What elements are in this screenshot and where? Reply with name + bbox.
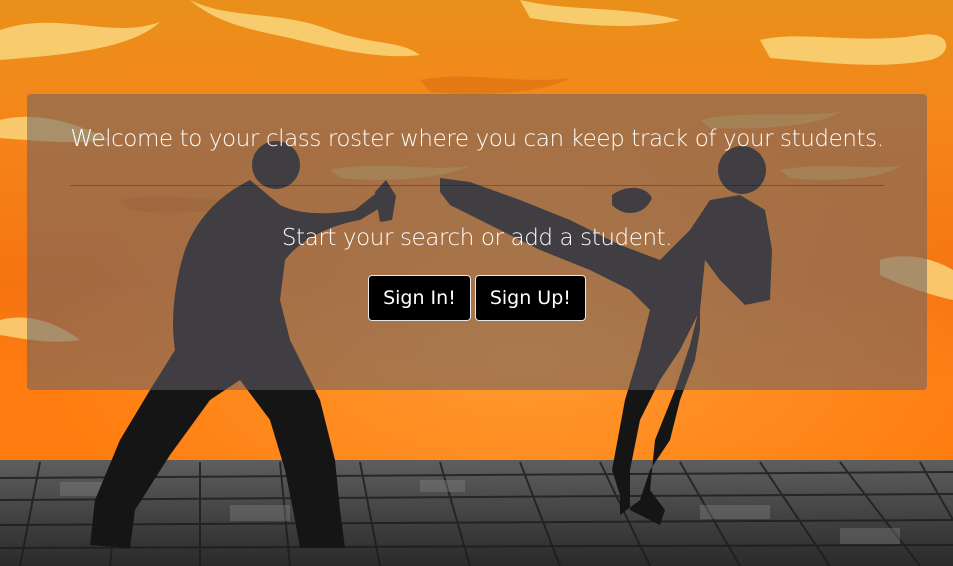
hero-panel: Welcome to your class roster where you c…: [27, 94, 927, 390]
auth-button-group: Sign In! Sign Up!: [27, 275, 927, 321]
cta-text: Start your search or add a student.: [281, 225, 673, 251]
sign-up-button[interactable]: Sign Up!: [474, 275, 586, 321]
sign-in-button[interactable]: Sign In!: [368, 275, 471, 321]
divider: [70, 185, 884, 186]
welcome-text: Welcome to your class roster where you c…: [70, 126, 884, 152]
page: Welcome to your class roster where you c…: [0, 0, 953, 566]
